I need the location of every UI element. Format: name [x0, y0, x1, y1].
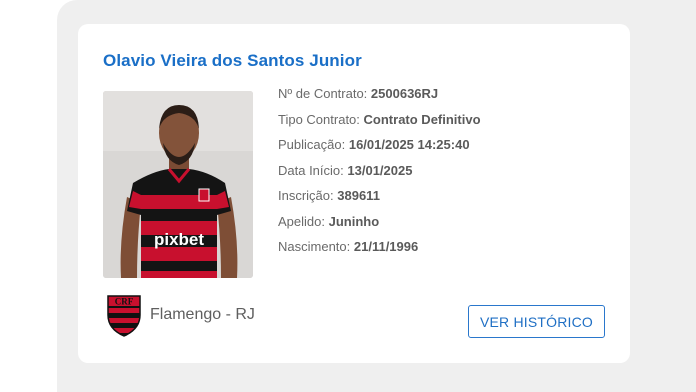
player-photo: pixbet [103, 91, 253, 278]
player-name: Olavio Vieira dos Santos Junior [103, 51, 362, 70]
flamengo-crest-icon: CRF [107, 295, 141, 337]
detail-start-date: Data Início: 13/01/2025 [278, 162, 413, 178]
view-history-button[interactable]: VER HISTÓRICO [468, 305, 605, 338]
player-card: Olavio Vieira dos Santos Junior pixbet N… [78, 24, 630, 363]
svg-text:CRF: CRF [115, 297, 134, 307]
detail-publication: Publicação: 16/01/2025 14:25:40 [278, 137, 470, 152]
detail-contract-number: Nº de Contrato: 2500636RJ [278, 86, 439, 101]
detail-nickname: Apelido: Juninho [278, 213, 380, 229]
contract-details: Nº de Contrato: 2500636RJ Tipo Contrato:… [278, 85, 481, 264]
detail-contract-type: Tipo Contrato: Contrato Definitivo [278, 111, 481, 127]
club-name: Flamengo - RJ [150, 306, 255, 323]
detail-birth-date: Nascimento: 21/11/1996 [278, 239, 419, 254]
jersey-sponsor-text: pixbet [154, 230, 204, 249]
detail-registration: Inscrição: 389611 [278, 188, 380, 203]
